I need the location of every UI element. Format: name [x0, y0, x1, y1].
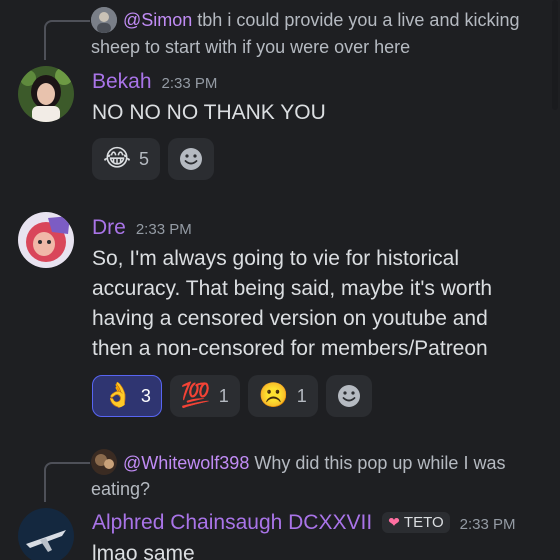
heart-icon: ❤ — [388, 514, 400, 530]
reply-preview-2-line2: eating? — [91, 479, 151, 499]
reactions-dre: 👌 3 💯 1 ☹️ 1 — [92, 375, 372, 417]
content-line: having a censored version on youtube and — [92, 307, 488, 330]
joy-emoji-icon: 😂 — [103, 145, 132, 172]
reaction-frowning[interactable]: ☹️ 1 — [247, 375, 318, 417]
chat-messages: @Simon tbh i could provide you a live an… — [0, 0, 560, 560]
reply-text: Why did this pop up while I was — [249, 453, 506, 473]
content-line: then a non-censored for members/Patreon — [92, 337, 488, 360]
avatar-dre[interactable] — [18, 212, 74, 268]
scrollbar[interactable] — [552, 0, 558, 110]
reaction-count: 1 — [296, 385, 307, 406]
message-content-dre: So, I'm always going to vie for historic… — [92, 244, 552, 364]
reply-avatar-simon[interactable] — [91, 7, 117, 33]
hundred-emoji-icon: 💯 — [180, 382, 211, 409]
content-line: accuracy. That being said, maybe it's wo… — [92, 277, 493, 300]
server-tag-label: TETO — [403, 514, 444, 531]
content-line: So, I'm always going to vie for historic… — [92, 247, 459, 270]
username-bekah[interactable]: Bekah — [92, 70, 152, 94]
add-emoji-icon — [337, 385, 360, 407]
reaction-joy[interactable]: 😂 5 — [92, 138, 161, 180]
reply-mention[interactable]: @Whitewolf398 — [123, 453, 249, 473]
add-reaction-button[interactable] — [325, 375, 372, 417]
message-content-bekah: NO NO NO THANK YOU — [92, 101, 326, 124]
message-content-alphred: lmao same — [92, 542, 195, 560]
add-emoji-icon — [180, 148, 203, 170]
reply-preview-1[interactable]: @Simon tbh i could provide you a live an… — [123, 8, 553, 32]
server-tag[interactable]: ❤ TETO — [382, 512, 450, 533]
message-header-dre: Dre 2:33 PM — [92, 216, 192, 240]
reaction-count: 5 — [139, 148, 150, 169]
username-dre[interactable]: Dre — [92, 216, 126, 240]
reaction-count: 3 — [140, 385, 151, 406]
timestamp[interactable]: 2:33 PM — [136, 221, 192, 238]
reply-mention[interactable]: @Simon — [123, 10, 192, 30]
message-header-bekah: Bekah 2:33 PM — [92, 70, 217, 94]
reactions-bekah: 😂 5 — [92, 138, 215, 180]
reply-spine — [44, 462, 90, 502]
add-reaction-button[interactable] — [168, 138, 215, 180]
ok-hand-emoji-icon: 👌 — [103, 382, 133, 409]
username-alphred[interactable]: Alphred Chainsaugh DCXXVII — [92, 511, 372, 535]
reaction-ok-hand[interactable]: 👌 3 — [92, 375, 162, 417]
reply-preview-1-line2: sheep to start with if you were over her… — [91, 37, 411, 57]
avatar-bekah[interactable] — [18, 66, 74, 122]
frowning-emoji-icon: ☹️ — [258, 382, 289, 409]
reaction-hundred[interactable]: 💯 1 — [169, 375, 240, 417]
reply-text: tbh i could provide you a live and kicki… — [192, 10, 520, 30]
reply-spine — [44, 20, 90, 60]
reply-avatar-whitewolf[interactable] — [91, 449, 117, 475]
avatar-alphred[interactable] — [18, 508, 74, 560]
reaction-count: 1 — [218, 385, 229, 406]
message-header-alphred: Alphred Chainsaugh DCXXVII ❤ TETO 2:33 P… — [92, 511, 516, 535]
reply-preview-2[interactable]: @Whitewolf398 Why did this pop up while … — [123, 451, 553, 475]
timestamp[interactable]: 2:33 PM — [460, 516, 516, 533]
timestamp[interactable]: 2:33 PM — [162, 75, 218, 92]
